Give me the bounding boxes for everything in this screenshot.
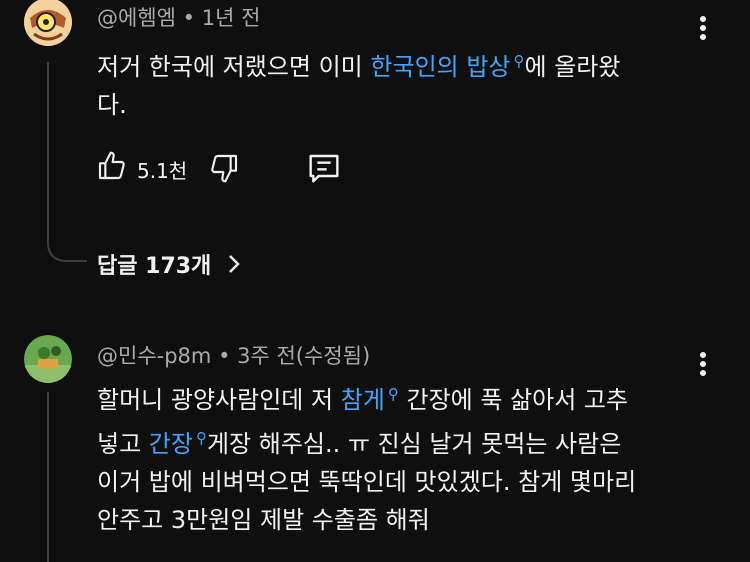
comment-2: @민수-p8m • 3주 전(수정됨) 할머니 광양사람인데 저 참게 ⚲ 간장에… (0, 330, 750, 562)
comment-text: 할머니 광양사람인데 저 참게 ⚲ 간장에 푹 삶아서 고추 넣고 간장 ⚲게장 해… (97, 375, 717, 539)
author-handle[interactable]: @민수-p8m (97, 344, 211, 368)
thread-connector (47, 392, 49, 562)
comment-icon[interactable] (306, 152, 342, 188)
search-icon: ⚲ (513, 52, 525, 70)
thread-connector (47, 62, 87, 262)
text-segment: 에 올라왔 (524, 53, 621, 81)
comment-meta: @에헴엠 • 1년 전 (97, 2, 260, 32)
replies-label: 답글 173개 (97, 254, 212, 279)
search-link[interactable]: 참게 ⚲ (341, 385, 399, 414)
text-segment: 이거 밥에 비벼먹으면 뚝딱인데 맛있겠다. 참게 몇마리 (97, 468, 637, 496)
like-count: 5.1천 (137, 159, 188, 183)
timestamp[interactable]: 1년 전 (202, 6, 261, 30)
search-icon: ⚲ (387, 385, 399, 403)
text-segment: 넣고 (97, 430, 149, 458)
timestamp[interactable]: 3주 전(수정됨) (237, 344, 370, 368)
separator-dot: • (218, 344, 238, 368)
text-segment: 저거 한국에 저랬으면 이미 (97, 53, 371, 81)
replies-button[interactable]: 답글 173개 (97, 248, 241, 281)
text-segment: 할머니 광양사람인데 저 (97, 386, 341, 414)
separator-dot: • (182, 6, 202, 30)
comment-text: 저거 한국에 저랬으면 이미 한국인의 밥상 ⚲에 올라왔 다. (97, 42, 697, 124)
text-segment: 다. (97, 91, 127, 119)
text-segment: 게장 해주심.. ㅠ 진심 날거 못먹는 사람은 (206, 430, 622, 458)
text-segment: 안주고 3만원임 제발 수출좀 해줘 (97, 506, 430, 534)
thumbs-down-icon[interactable] (208, 152, 240, 188)
search-link[interactable]: 한국인의 밥상 ⚲ (370, 52, 525, 81)
chevron-right-icon (227, 253, 241, 281)
text-segment: 간장에 푹 삶아서 고추 (398, 386, 629, 414)
avatar[interactable] (24, 335, 72, 383)
author-handle[interactable]: @에헴엠 (97, 6, 176, 30)
more-vert-icon[interactable] (700, 13, 706, 43)
comment-meta: @민수-p8m • 3주 전(수정됨) (97, 340, 370, 370)
thumbs-up-icon[interactable] (96, 150, 128, 186)
avatar[interactable] (24, 0, 72, 46)
search-icon: ⚲ (195, 429, 207, 447)
comment-1: @에헴엠 • 1년 전 저거 한국에 저랬으면 이미 한국인의 밥상 ⚲에 올라왔… (0, 0, 750, 300)
search-link[interactable]: 간장 ⚲ (149, 429, 207, 458)
